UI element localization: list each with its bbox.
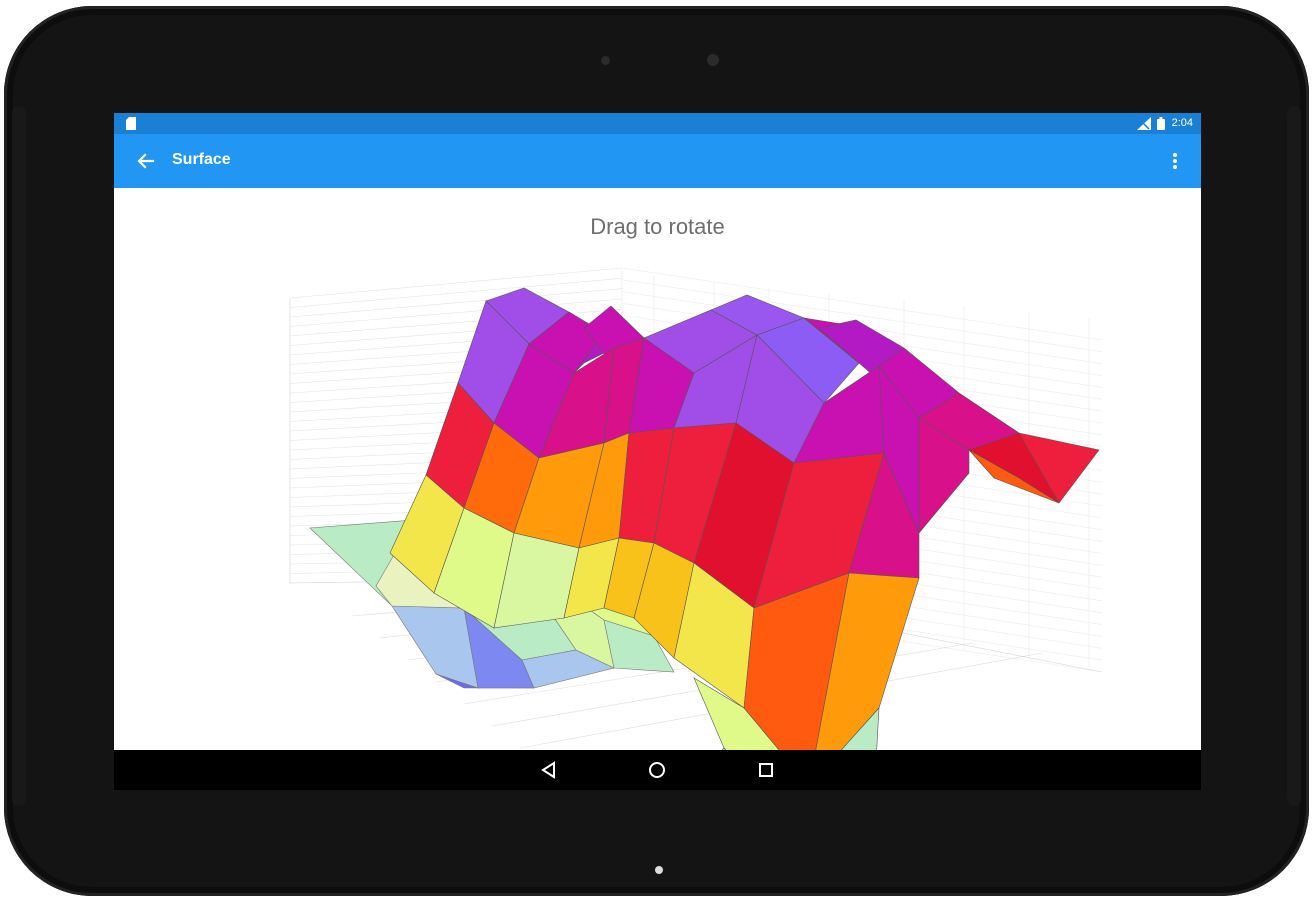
navigation-bar [114, 750, 1201, 790]
notification-led-icon [655, 866, 663, 874]
left-edge [12, 106, 26, 806]
recents-square-icon[interactable] [756, 760, 776, 780]
screen: 2:04 Surface Drag to rotate [114, 113, 1201, 790]
page-title: Surface [172, 151, 231, 168]
battery-icon [1157, 117, 1165, 130]
right-edge [1287, 106, 1301, 806]
home-circle-icon[interactable] [647, 760, 667, 780]
signal-icon [1137, 117, 1151, 130]
front-camera-icon [707, 54, 719, 66]
back-triangle-icon[interactable] [539, 760, 559, 780]
chart-area: Drag to rotate [114, 188, 1201, 750]
sensor-icon [601, 56, 610, 65]
app-bar: Surface [114, 134, 1201, 188]
status-time: 2:04 [1171, 117, 1193, 129]
more-vert-icon[interactable] [1169, 151, 1181, 171]
arrow-back-icon[interactable] [136, 151, 156, 171]
sd-card-icon [126, 117, 136, 130]
status-bar: 2:04 [114, 113, 1201, 134]
surface-chart[interactable] [114, 188, 1201, 750]
